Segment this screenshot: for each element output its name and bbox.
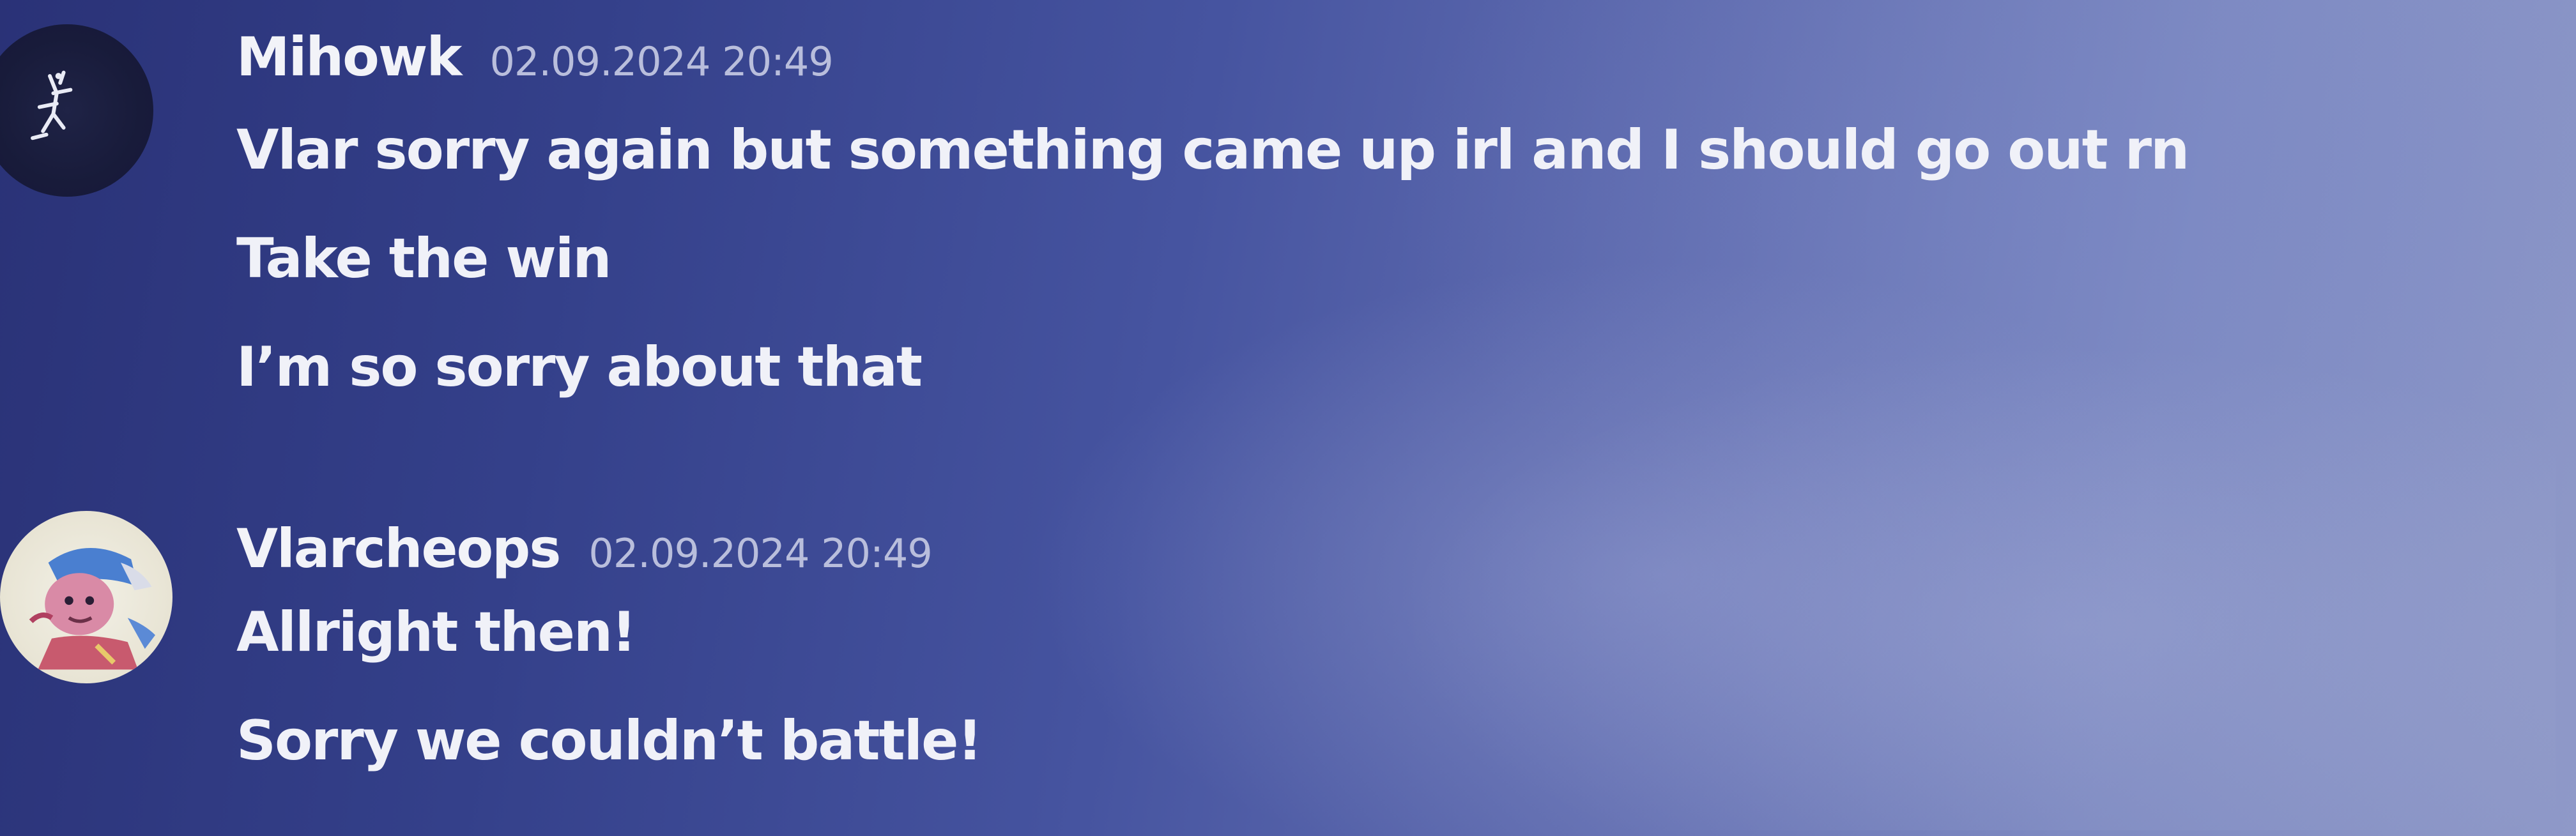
message-header: Vlarcheops 02.09.2024 20:49 bbox=[236, 517, 933, 580]
avatar[interactable] bbox=[0, 511, 172, 683]
timestamp: 02.09.2024 20:49 bbox=[489, 38, 833, 85]
message-text: Vlar sorry again but something came up i… bbox=[236, 118, 2189, 182]
message-text: Allright then! bbox=[236, 600, 636, 664]
cartoon-character-avatar-icon bbox=[29, 547, 155, 670]
username[interactable]: Mihowk bbox=[236, 26, 462, 88]
message-header: Mihowk 02.09.2024 20:49 bbox=[236, 26, 834, 88]
message-text: Sorry we couldn’t battle! bbox=[236, 709, 983, 773]
message-text: Take the win bbox=[236, 227, 612, 291]
message-text: I’m so sorry about that bbox=[236, 335, 923, 399]
stickman-avatar-icon bbox=[31, 70, 73, 141]
screen-glare bbox=[1342, 319, 2556, 830]
username[interactable]: Vlarcheops bbox=[236, 517, 561, 580]
avatar[interactable] bbox=[0, 24, 153, 197]
timestamp: 02.09.2024 20:49 bbox=[588, 530, 932, 577]
chat-message-list: Mihowk 02.09.2024 20:49 Vlar sorry again… bbox=[0, 0, 2576, 836]
